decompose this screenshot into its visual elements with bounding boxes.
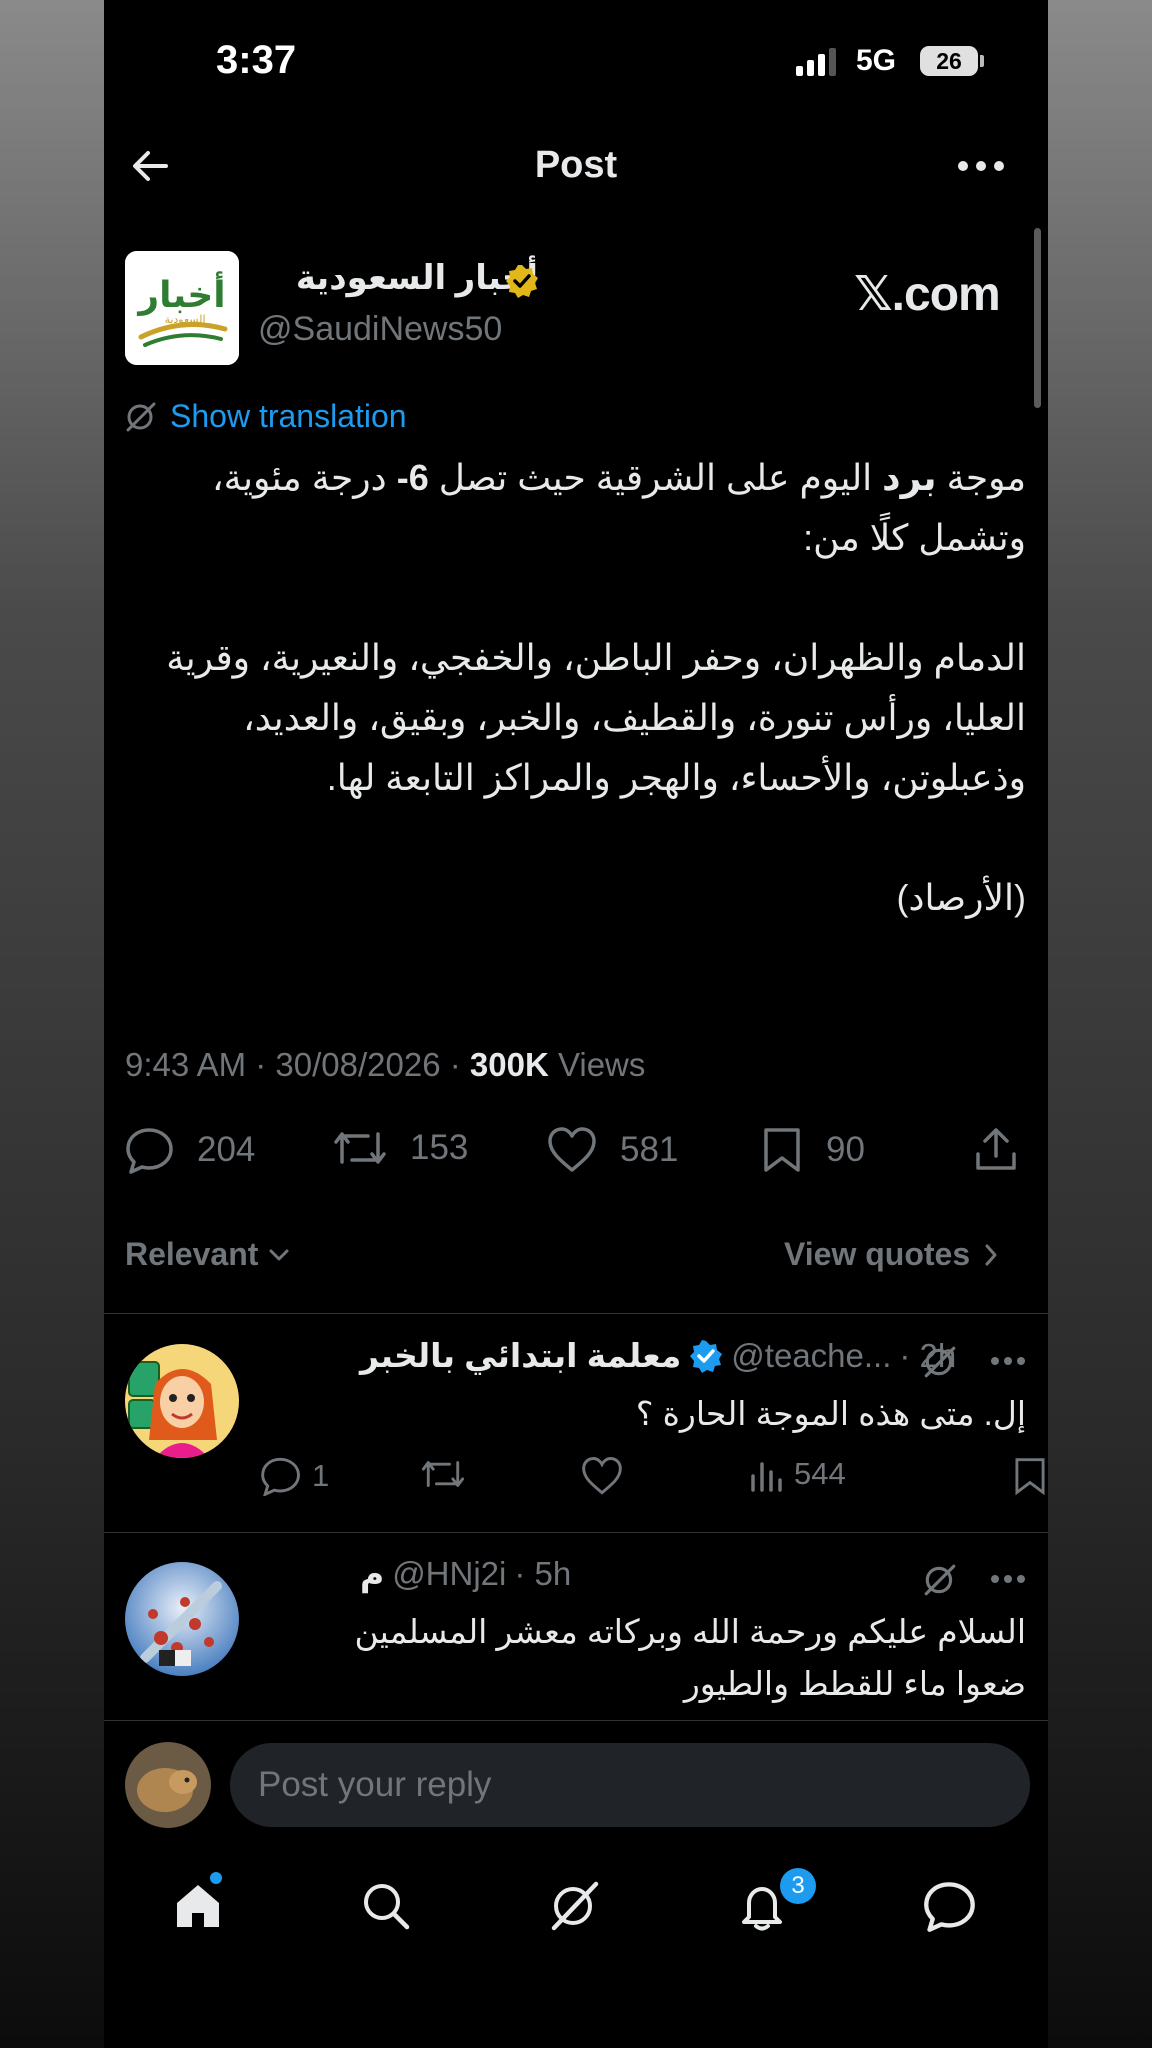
like-count: 581 — [620, 1130, 679, 1169]
views-count: 300K — [469, 1046, 549, 1083]
phone-screen: 3:37 5G 26 Post أخبار السعودية أخبار الس… — [104, 0, 1048, 2048]
author-avatar[interactable]: أخبار السعودية — [125, 251, 239, 365]
avatar-logo-text: أخبار — [136, 271, 225, 316]
reply-author-handle[interactable]: @teache... — [731, 1337, 891, 1375]
reply-icon — [261, 1457, 300, 1496]
bookmark-icon — [764, 1128, 800, 1172]
page-title: Post — [534, 144, 618, 186]
reply-more-icon[interactable] — [990, 1355, 1026, 1367]
post-body-bold: برد — [882, 457, 937, 498]
bookmark-count: 90 — [826, 1130, 865, 1169]
chevron-right-icon — [985, 1244, 997, 1265]
post-body-pre: موجة — [936, 457, 1026, 498]
post-body-temp: 6- — [396, 457, 429, 498]
reply-author-name[interactable]: م — [360, 1554, 384, 1593]
share-icon — [976, 1128, 1016, 1170]
reply-views-count: 544 — [794, 1456, 846, 1491]
grok-tab-icon[interactable] — [544, 1876, 604, 1936]
my-avatar[interactable] — [125, 1742, 211, 1828]
reply-reply-button[interactable]: 1 — [260, 1456, 329, 1496]
reply-author-handle[interactable]: @HNj2i — [392, 1555, 506, 1593]
repost-icon — [421, 1461, 465, 1487]
reply-like-button[interactable] — [580, 1456, 624, 1496]
sort-label: Relevant — [125, 1236, 259, 1272]
divider — [104, 1720, 1048, 1721]
reply-text: السلام عليكم ورحمة الله وبركاته معشر الم… — [354, 1613, 1026, 1702]
source-brand: 𝕏.com — [854, 268, 1001, 321]
bookmark-button[interactable]: 90 — [760, 1126, 865, 1174]
bookmark-icon — [1015, 1458, 1045, 1496]
share-button[interactable] — [972, 1126, 1020, 1174]
divider — [104, 1313, 1048, 1314]
views-icon — [751, 1462, 782, 1492]
grok-icon — [124, 400, 158, 434]
more-options-icon[interactable] — [956, 158, 1006, 174]
repost-button[interactable]: 153 — [332, 1126, 468, 1170]
post-body: موجة برد اليوم على الشرقية حيث تصل 6- در… — [144, 448, 1026, 928]
view-quotes-link[interactable]: View quotes — [784, 1236, 998, 1273]
reply-header: م @HNj2i · 5h — [360, 1554, 571, 1593]
post-meta: 9:43 AM · 30/08/2026 · 300K Views — [125, 1046, 645, 1084]
signal-icon — [794, 48, 844, 78]
divider — [104, 1532, 1048, 1533]
verified-gold-icon — [504, 263, 540, 299]
post-body-mid: اليوم على الشرقية حيث تصل — [428, 457, 883, 498]
view-quotes-label: View quotes — [784, 1236, 971, 1272]
notifications-badge: 3 — [780, 1868, 816, 1904]
home-icon[interactable] — [168, 1876, 228, 1936]
battery-indicator: 26 — [920, 46, 978, 76]
grok-icon[interactable] — [922, 1562, 958, 1598]
heart-icon — [582, 1457, 622, 1495]
repost-icon — [334, 1132, 386, 1164]
like-button[interactable]: 581 — [546, 1126, 678, 1174]
post-body-rest: درجة مئوية، وتشمل كلًا من: الدمام والظهر… — [166, 457, 1026, 918]
reply-time: · 5h — [514, 1554, 572, 1592]
reply-repost-button[interactable] — [420, 1456, 466, 1492]
reply-views-button[interactable]: 544 — [748, 1456, 846, 1492]
author-name[interactable]: أخبار السعودية — [258, 258, 538, 298]
reply-icon — [126, 1128, 173, 1174]
reply-avatar[interactable] — [125, 1344, 239, 1458]
reply-author-name[interactable]: معلمة ابتدائي بالخبر — [360, 1336, 681, 1375]
battery-tip — [980, 55, 984, 67]
network-label: 5G — [856, 44, 897, 77]
reply-more-icon[interactable] — [990, 1573, 1026, 1585]
author-handle[interactable]: @SaudiNews50 — [258, 310, 502, 349]
scrollbar[interactable] — [1034, 228, 1041, 408]
show-translation-link[interactable]: Show translation — [170, 398, 407, 435]
grok-icon[interactable] — [922, 1344, 958, 1380]
reply-input[interactable] — [230, 1743, 1030, 1827]
home-unread-dot — [210, 1872, 222, 1884]
search-icon[interactable] — [356, 1876, 416, 1936]
reply-bookmark-button[interactable] — [1012, 1456, 1048, 1496]
heart-icon — [548, 1127, 596, 1172]
repost-count: 153 — [410, 1128, 469, 1167]
chevron-down-icon — [269, 1249, 289, 1260]
sort-relevant-dropdown[interactable]: Relevant — [125, 1236, 290, 1273]
reply-count: 204 — [197, 1130, 256, 1169]
reply-avatar[interactable] — [125, 1562, 239, 1676]
verified-blue-icon — [690, 1339, 723, 1373]
post-timestamp: 9:43 AM · 30/08/2026 · — [125, 1046, 470, 1083]
status-time: 3:37 — [216, 38, 297, 82]
reply-reply-count: 1 — [312, 1458, 330, 1493]
messages-icon[interactable] — [920, 1876, 980, 1936]
reply-header: معلمة ابتدائي بالخبر @teache... · 2h — [360, 1336, 956, 1375]
reply-text: إل. متى هذه الموجة الحارة ؟ — [635, 1395, 1026, 1432]
reply-button[interactable]: 204 — [125, 1126, 255, 1174]
views-label: Views — [548, 1046, 646, 1083]
